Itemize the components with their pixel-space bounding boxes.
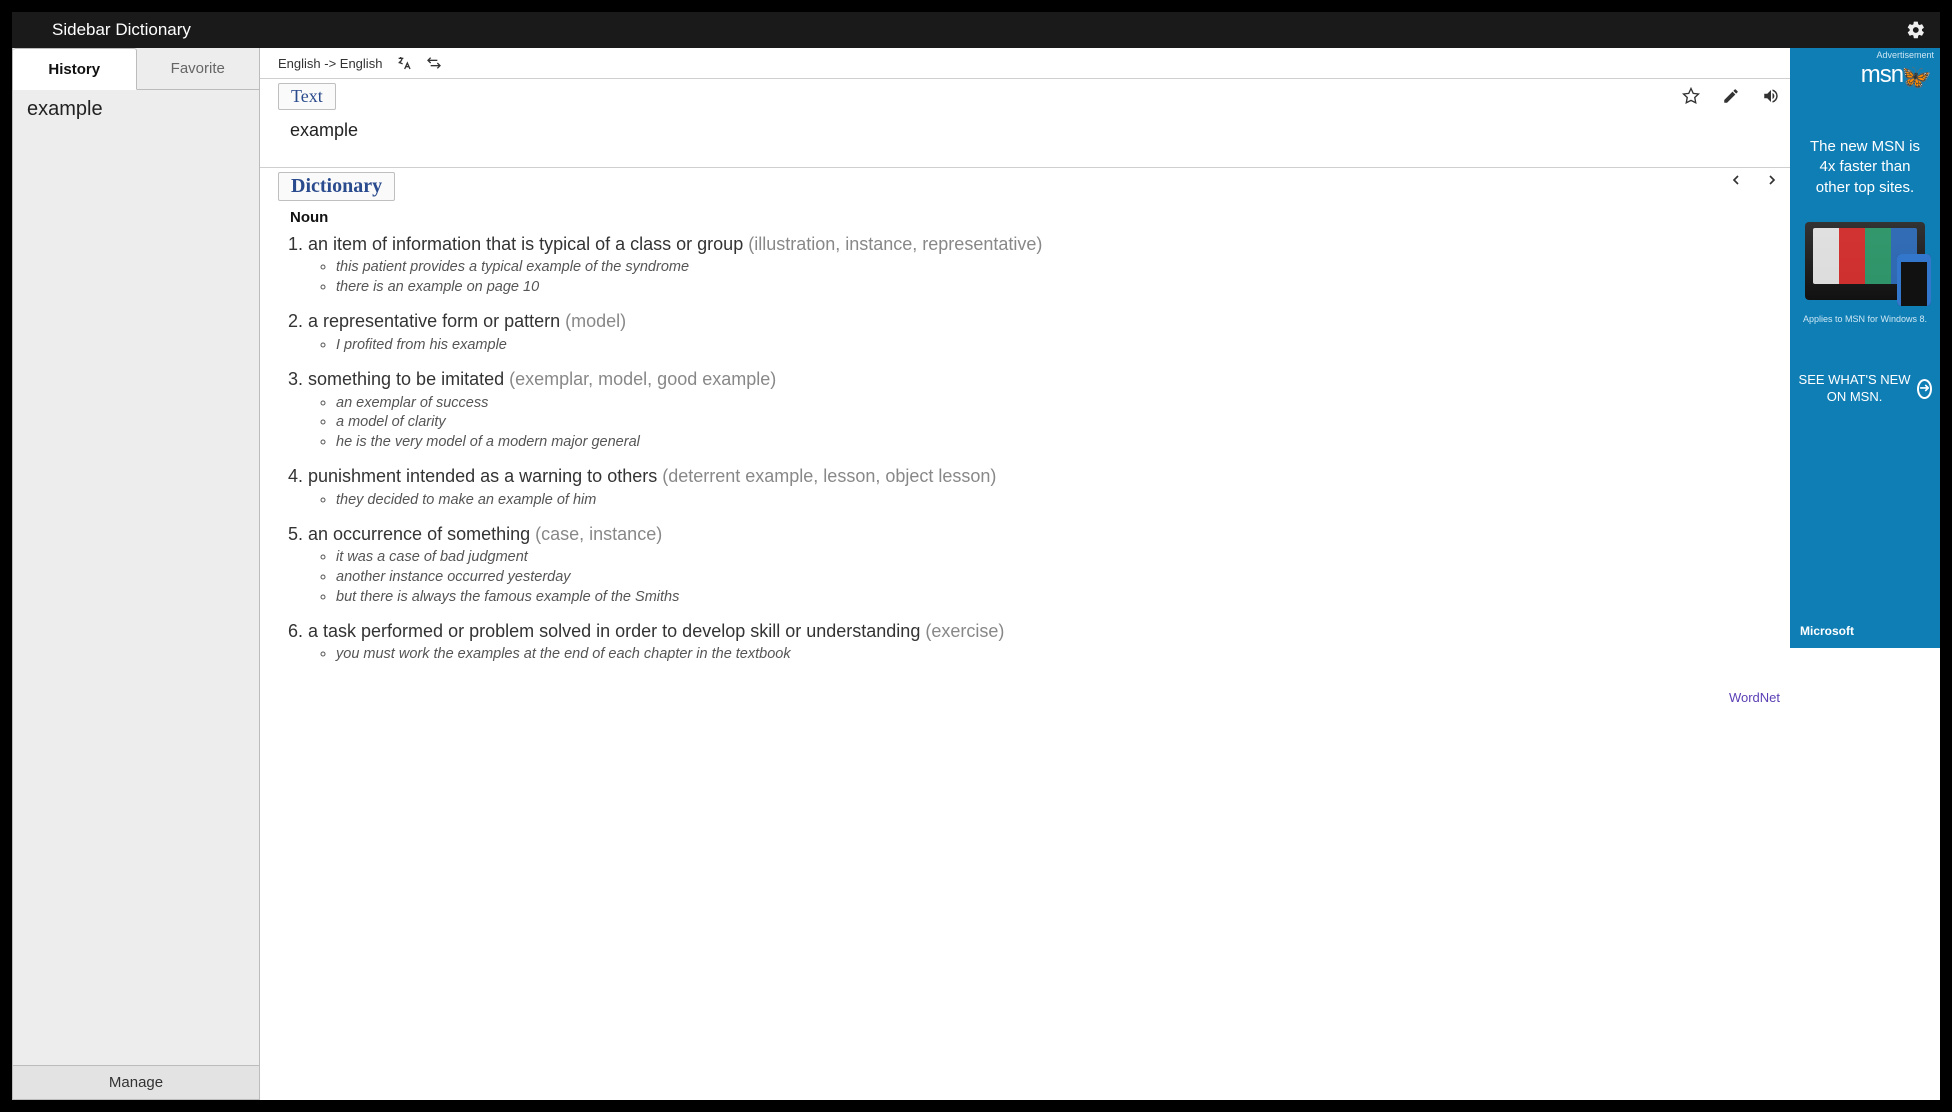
example-sentence: it was a case of bad judgment [336,548,1780,568]
definition-item: a representative form or pattern (model)… [308,309,1780,355]
swap-icon[interactable] [426,55,442,71]
definition-item: punishment intended as a warning to othe… [308,464,1780,510]
definition-item: a task performed or problem solved in or… [308,619,1780,665]
definition-item: an occurrence of something (case, instan… [308,522,1780,607]
example-sentence: a model of clarity [336,413,1780,433]
main: English -> English Text [260,48,1940,1100]
source-link[interactable]: WordNet [1729,690,1780,705]
ad-device-image [1805,222,1925,300]
dictionary-nav [1728,172,1780,188]
language-pair[interactable]: English -> English [278,56,382,71]
ad-label: Advertisement [1790,48,1940,60]
examples-list: an exemplar of successa model of clarity… [308,394,1780,453]
examples-list: they decided to make an example of him [308,491,1780,511]
definition-text: an item of information that is typical o… [308,234,748,254]
ad-footer: Microsoft [1790,624,1940,648]
titlebar: Sidebar Dictionary [12,12,1940,48]
synonyms: (exercise) [925,621,1004,641]
examples-list: you must work the examples at the end of… [308,645,1780,665]
dictionary-section: Dictionary Noun an item of information t… [260,168,1940,677]
example-sentence: but there is always the famous example o… [336,588,1780,608]
app-title: Sidebar Dictionary [52,20,191,40]
definition-text: an occurrence of something [308,524,535,544]
tab-history-label: History [48,61,100,78]
sidebar: History Favorite example Manage [12,48,260,1100]
text-actions [1682,87,1780,105]
sidebar-tabs: History Favorite [13,48,259,90]
history-item[interactable]: example [27,98,245,121]
example-sentence: this patient provides a typical example … [336,258,1780,278]
tab-history[interactable]: History [13,48,137,90]
edit-icon[interactable] [1722,87,1740,105]
synonyms: (case, instance) [535,524,662,544]
gear-icon[interactable] [1906,20,1926,40]
ad-cta: SEE WHAT'S NEW ON MSN. ➜ [1790,372,1940,406]
history-list: example [13,90,259,1065]
text-section: Text example [260,79,1940,167]
example-sentence: an exemplar of success [336,394,1780,414]
example-sentence: I profited from his example [336,336,1780,356]
ad-logo: msn🦋 [1790,60,1940,93]
text-section-label: Text [278,83,336,110]
manage-button[interactable]: Manage [13,1065,259,1099]
definition-text: punishment intended as a warning to othe… [308,466,662,486]
speaker-icon[interactable] [1762,87,1780,105]
advertisement[interactable]: Advertisement msn🦋 The new MSN is 4x fas… [1790,48,1940,648]
definition-text: something to be imitated [308,369,509,389]
part-of-speech: Noun [260,201,1780,232]
example-sentence: there is an example on page 10 [336,278,1780,298]
language-row: English -> English [260,48,1940,78]
example-sentence: you must work the examples at the end of… [336,645,1780,665]
ad-tagline: The new MSN is 4x faster than other top … [1790,93,1940,218]
example-sentence: another instance occurred yesterday [336,568,1780,588]
synonyms: (exemplar, model, good example) [509,369,776,389]
definition-text: a representative form or pattern [308,311,565,331]
definitions-list: an item of information that is typical o… [260,232,1780,665]
arrow-right-icon: ➜ [1917,379,1932,399]
examples-list: I profited from his example [308,336,1780,356]
synonyms: (illustration, instance, representative) [748,234,1042,254]
definition-item: an item of information that is typical o… [308,232,1780,297]
translate-icon[interactable] [396,55,412,71]
synonyms: (model) [565,311,626,331]
ad-fineprint: Applies to MSN for Windows 8. [1790,310,1940,326]
example-sentence: he is the very model of a modern major g… [336,433,1780,453]
definition-item: something to be imitated (exemplar, mode… [308,367,1780,452]
examples-list: this patient provides a typical example … [308,258,1780,297]
example-sentence: they decided to make an example of him [336,491,1780,511]
tab-favorite-label: Favorite [171,60,225,77]
manage-label: Manage [109,1074,163,1091]
lookup-word: example [260,110,1940,141]
tab-favorite[interactable]: Favorite [137,48,260,90]
examples-list: it was a case of bad judgmentanother ins… [308,548,1780,607]
prev-icon[interactable] [1728,172,1744,188]
definition-text: a task performed or problem solved in or… [308,621,925,641]
dictionary-section-label: Dictionary [278,172,395,201]
star-icon[interactable] [1682,87,1700,105]
next-icon[interactable] [1764,172,1780,188]
synonyms: (deterrent example, lesson, object lesso… [662,466,996,486]
